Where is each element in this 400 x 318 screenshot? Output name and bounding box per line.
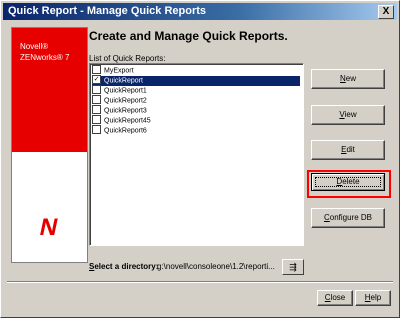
list-item-label: QuickReport3 [104,107,147,115]
list-item[interactable]: QuickReport6 [92,125,300,136]
title-bar: Quick Report - Manage Quick Reports X [3,3,397,20]
close-icon[interactable]: X [378,5,394,19]
list-item[interactable]: QuickReport1 [92,85,300,96]
brand-novell: Novell® [20,42,49,51]
window-title: Quick Report - Manage Quick Reports [8,5,207,17]
checkbox[interactable] [92,115,101,124]
list-item-label: QuickReport6 [104,127,147,135]
close-button[interactable]: Close [317,290,353,306]
edit-button[interactable]: Edit [311,140,385,160]
quick-reports-list[interactable]: MyExport ✓ QuickReport QuickReport1 Quick… [89,63,304,246]
divider [7,281,393,283]
checkbox[interactable] [92,125,101,134]
checkbox[interactable] [92,85,101,94]
quick-report-window: Quick Report - Manage Quick Reports X No… [0,0,400,318]
focus-indicator [315,177,381,187]
list-item-label: QuickReport45 [104,117,151,125]
brand-zenworks: ZENworks® 7 [20,53,70,62]
list-item-label: QuickReport1 [104,87,147,95]
configure-db-button[interactable]: Configure DB [311,208,385,228]
directory-path: g:\novell\consoleone\1.2\reporti... [157,262,275,271]
list-item[interactable]: QuickReport3 [92,105,300,116]
checkbox[interactable] [92,105,101,114]
delete-button[interactable]: Delete [311,173,385,191]
list-item-label: QuickReport2 [104,97,147,105]
page-title: Create and Manage Quick Reports. [89,29,288,43]
brand-red-block: Novell® ZENworks® 7 [12,28,87,152]
brand-panel: Novell® ZENworks® 7 N [11,27,88,263]
checkbox[interactable]: ✓ [92,75,101,84]
browse-folder-icon[interactable]: ⇶ [282,259,304,275]
list-item[interactable]: QuickReport45 [92,115,300,126]
list-item[interactable]: MyExport [92,65,300,76]
list-item[interactable]: QuickReport2 [92,95,300,106]
list-item-label: QuickReport [104,77,143,85]
checkbox[interactable] [92,65,101,74]
list-label: List of Quick Reports: [89,54,166,63]
novell-logo-icon: N [37,214,61,241]
view-button[interactable]: View [311,105,385,125]
directory-label: Select a directory: [89,262,159,271]
help-button[interactable]: Help [355,290,391,306]
new-button[interactable]: New [311,69,385,89]
checkbox[interactable] [92,95,101,104]
list-item-label: MyExport [104,67,134,75]
list-item[interactable]: ✓ QuickReport [92,75,300,86]
